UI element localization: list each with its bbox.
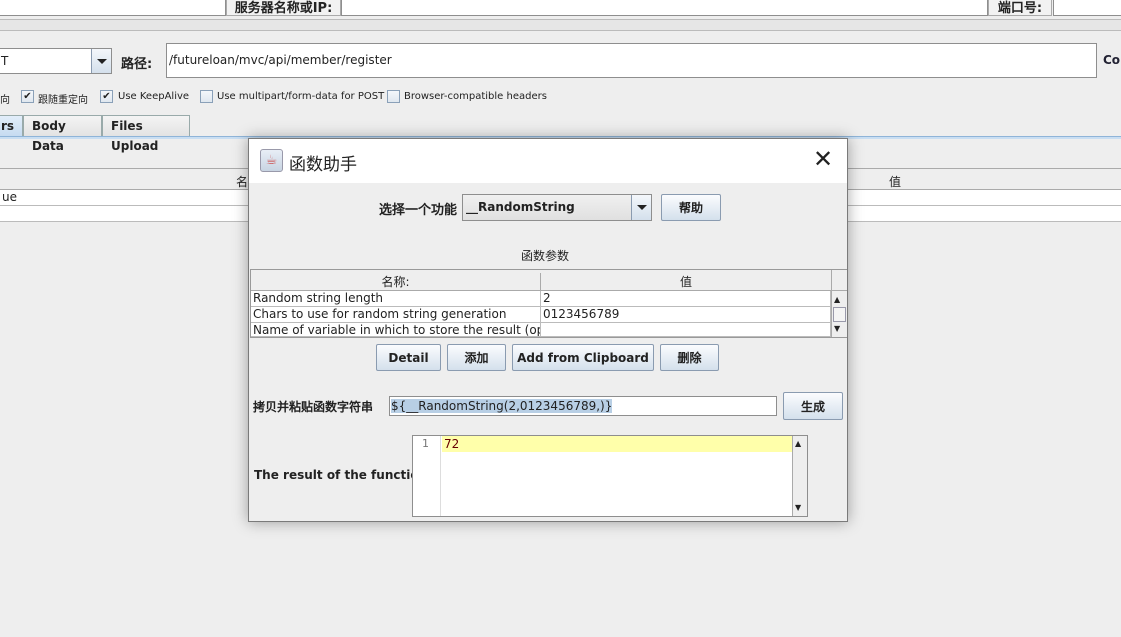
method-dropdown-button[interactable] <box>91 49 111 73</box>
close-icon[interactable]: ✕ <box>813 145 833 173</box>
function-string-input[interactable]: ${__RandomString(2,0123456789,)} <box>389 396 777 416</box>
scrollbar-thumb[interactable] <box>833 307 846 322</box>
multipart-checkbox[interactable] <box>200 90 213 103</box>
add-button[interactable]: 添加 <box>447 344 506 371</box>
path-label: 路径: <box>121 57 153 72</box>
header-value: 值 <box>679 275 692 289</box>
port-label: 端口号: <box>988 0 1052 16</box>
multipart-label: Use multipart/form-data for POST <box>217 91 385 102</box>
param-name-cell[interactable]: Name of variable in which to store the r… <box>251 323 541 337</box>
keepalive-checkbox[interactable]: ✔ <box>100 90 113 103</box>
tab-body-data[interactable]: Body Data <box>23 115 102 153</box>
function-combo[interactable]: __RandomString <box>462 194 652 221</box>
param-name-cell[interactable]: Chars to use for random string generatio… <box>251 307 541 323</box>
param-value-cell[interactable]: 2 <box>541 291 831 307</box>
keepalive-label: Use KeepAlive <box>118 91 190 102</box>
browser-headers-checkbox[interactable] <box>387 90 400 103</box>
scroll-down-icon[interactable]: ▼ <box>795 503 801 512</box>
function-string-value: ${__RandomString(2,0123456789,)} <box>391 399 613 413</box>
java-icon: ☕ <box>260 149 283 172</box>
follow-redirects-label: 跟随重定向 <box>38 95 88 106</box>
top-left-field[interactable] <box>0 0 226 16</box>
add-from-clipboard-button[interactable]: Add from Clipboard <box>512 344 654 371</box>
line-number: 1 <box>422 437 429 450</box>
method-combo[interactable]: T <box>0 48 112 74</box>
current-line-highlight <box>442 436 792 452</box>
divider <box>0 19 1121 31</box>
dialog-title-bar: ☕ 函数助手 ✕ <box>249 139 847 183</box>
function-value: __RandomString <box>466 200 575 214</box>
detail-button[interactable]: Detail <box>376 344 441 371</box>
dialog-title: 函数助手 <box>289 155 357 175</box>
param-value-cell[interactable]: 0123456789 <box>541 307 831 323</box>
method-value: T <box>1 54 9 68</box>
tab-parameters[interactable]: rs <box>0 115 23 137</box>
table-header: 名称: 值 <box>251 270 831 291</box>
scroll-down-icon[interactable]: ▼ <box>834 324 840 333</box>
header-name: 名称: <box>251 273 541 291</box>
content-encoding-label: Cor <box>1103 53 1121 67</box>
help-button[interactable]: 帮助 <box>661 194 721 221</box>
scroll-up-icon[interactable]: ▲ <box>834 295 840 304</box>
function-params-table: 名称: 值 Random string length 2 Chars to us… <box>250 269 847 338</box>
tab-files-upload[interactable]: Files Upload <box>102 115 190 153</box>
function-dropdown-button[interactable] <box>631 195 651 220</box>
follow-redirects-checkbox[interactable]: ✔ <box>21 90 34 103</box>
option-label-redirect: 向 <box>0 95 10 106</box>
select-function-label: 选择一个功能 <box>379 203 458 218</box>
copy-paste-label: 拷贝并粘贴函数字符串 <box>253 400 374 414</box>
result-value: 72 <box>444 437 460 451</box>
port-field[interactable] <box>1053 0 1121 16</box>
header-name: 名 <box>236 175 249 189</box>
browser-headers-label: Browser-compatible headers <box>404 91 547 102</box>
chevron-down-icon <box>636 205 647 210</box>
scroll-up-icon[interactable]: ▲ <box>795 439 801 448</box>
param-name-cell[interactable]: Random string length <box>251 291 541 307</box>
table-header-corner <box>831 270 847 291</box>
server-field[interactable] <box>341 0 988 16</box>
generate-button[interactable]: 生成 <box>783 392 843 420</box>
function-helper-dialog: ☕ 函数助手 ✕ 选择一个功能 __RandomString 帮助 函数参数 名… <box>248 138 848 522</box>
table-scrollbar[interactable]: ▲ ▼ <box>831 291 847 337</box>
params-title: 函数参数 <box>521 249 570 263</box>
header-value: 值 <box>889 175 902 189</box>
delete-button[interactable]: 删除 <box>660 344 719 371</box>
param-value-cell[interactable] <box>541 323 831 337</box>
path-input[interactable]: /futureloan/mvc/api/member/register <box>166 43 1097 78</box>
server-label: 服务器名称或IP: <box>226 0 341 16</box>
result-textarea[interactable]: 1 72 ▲ ▼ <box>412 435 808 517</box>
chevron-down-icon <box>96 58 107 64</box>
result-scrollbar[interactable]: ▲ ▼ <box>792 436 807 516</box>
